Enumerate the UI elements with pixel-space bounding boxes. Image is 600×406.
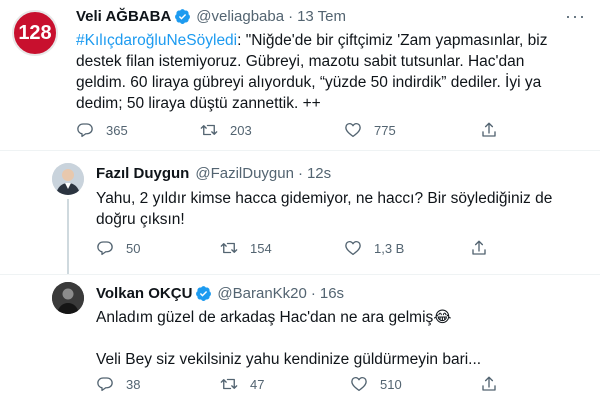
retweet-icon <box>220 375 238 393</box>
tweet-actions: 38 47 510 <box>96 375 586 395</box>
tweet-line: destek filan istemiyoruz. Gübreyi, mazot… <box>76 53 525 70</box>
separator-dot: · <box>297 165 303 182</box>
tweet-header: Veli AĞBABA @veliagbaba · 13 Tem <box>76 8 346 25</box>
avatar-badge-number: 128 <box>18 21 52 44</box>
tweet-header: Volkan OKÇU @BaranKk20 · 16s <box>96 285 344 302</box>
retweet-button[interactable]: 47 <box>220 375 264 393</box>
reply-count: 50 <box>126 240 141 256</box>
share-icon <box>470 239 488 257</box>
tweet-line: doğru çıksın! <box>96 211 185 228</box>
tweet-text: Yahu, 2 yıldır kimse hacca gidemiyor, ne… <box>96 188 586 230</box>
tweet-line <box>96 328 586 349</box>
tweet-line: Veli Bey siz vekilsiniz yahu kendinize g… <box>96 351 482 368</box>
tweet-line: #KılıçdaroğluNeSöyledi: "Niğde'de bir çi… <box>76 32 548 49</box>
tweet-line: Yahu, 2 yıldır kimse hacca gidemiyor, ne… <box>96 190 553 207</box>
like-button[interactable]: 510 <box>350 375 402 393</box>
author-name[interactable]: Veli AĞBABA <box>76 8 171 25</box>
avatar[interactable]: 128 <box>12 10 58 56</box>
heart-icon <box>344 121 362 139</box>
share-button[interactable] <box>480 121 498 139</box>
tweet-text: Anladım güzel de arkadaş Hac'dan ne ara … <box>96 307 586 370</box>
author-handle[interactable]: @FazilDuygun <box>195 165 294 182</box>
tweet-1[interactable]: 128 Veli AĞBABA @veliagbaba · 13 Tem ···… <box>0 0 600 150</box>
heart-icon <box>344 239 362 257</box>
author-name[interactable]: Volkan OKÇU <box>96 285 192 302</box>
author-handle[interactable]: @BaranKk20 <box>217 285 306 302</box>
verified-badge-icon <box>174 8 191 25</box>
tweet-actions: 50 154 1,3 B <box>96 239 586 259</box>
tweet-timestamp[interactable]: 12s <box>307 165 331 182</box>
like-count: 510 <box>380 376 402 392</box>
retweet-icon <box>220 239 238 257</box>
reply-icon <box>96 375 114 393</box>
separator-dot: · <box>288 8 294 25</box>
reply-icon <box>76 121 94 139</box>
author-name[interactable]: Fazıl Duygun <box>96 165 189 182</box>
tweet-line: Anladım güzel de arkadaş Hac'dan ne ara … <box>96 309 452 326</box>
more-options-icon[interactable]: ··· <box>565 6 586 27</box>
avatar[interactable] <box>52 282 84 314</box>
share-button[interactable] <box>470 239 488 257</box>
tweet-line: geldim. 60 liraya gübreyi alıyorduk, “yü… <box>76 74 542 91</box>
retweet-button[interactable]: 203 <box>200 121 252 139</box>
retweet-icon <box>200 121 218 139</box>
reply-button[interactable]: 50 <box>96 239 140 257</box>
tweet-actions: 365 203 775 <box>76 121 586 141</box>
share-icon <box>480 121 498 139</box>
tweet-header: Fazıl Duygun @FazilDuygun · 12s <box>96 165 331 182</box>
tweet-text: #KılıçdaroğluNeSöyledi: "Niğde'de bir çi… <box>76 30 586 114</box>
separator-dot: · <box>310 285 316 302</box>
reply-count: 38 <box>126 376 141 392</box>
verified-badge-icon <box>195 285 212 302</box>
reply-button[interactable]: 365 <box>76 121 128 139</box>
tweet-timestamp[interactable]: 16s <box>320 285 344 302</box>
tweet-2[interactable]: Fazıl Duygun @FazilDuygun · 12s Yahu, 2 … <box>0 151 600 274</box>
reply-button[interactable]: 38 <box>96 375 140 393</box>
like-button[interactable]: 775 <box>344 121 396 139</box>
author-handle[interactable]: @veliagbaba <box>196 8 284 25</box>
avatar[interactable] <box>52 163 84 195</box>
retweet-button[interactable]: 154 <box>220 239 272 257</box>
user-photo-icon <box>52 282 84 314</box>
heart-icon <box>350 375 368 393</box>
user-photo-icon <box>52 163 84 195</box>
like-count: 775 <box>374 122 396 138</box>
retweet-count: 154 <box>250 240 272 256</box>
thread-line <box>67 199 69 274</box>
like-count: 1,3 B <box>374 240 405 256</box>
reply-icon <box>96 239 114 257</box>
reply-count: 365 <box>106 122 128 138</box>
share-icon <box>480 375 498 393</box>
tweet-timestamp[interactable]: 13 Tem <box>297 8 346 25</box>
share-button[interactable] <box>480 375 498 393</box>
tweet-line: dedim; 50 liraya düştü zannettik. ++ <box>76 95 321 112</box>
hashtag-link[interactable]: #KılıçdaroğluNeSöyledi <box>76 32 237 49</box>
tweet-3[interactable]: Volkan OKÇU @BaranKk20 · 16s Anladım güz… <box>0 275 600 406</box>
retweet-count: 47 <box>250 376 265 392</box>
retweet-count: 203 <box>230 122 252 138</box>
like-button[interactable]: 1,3 B <box>344 239 404 257</box>
